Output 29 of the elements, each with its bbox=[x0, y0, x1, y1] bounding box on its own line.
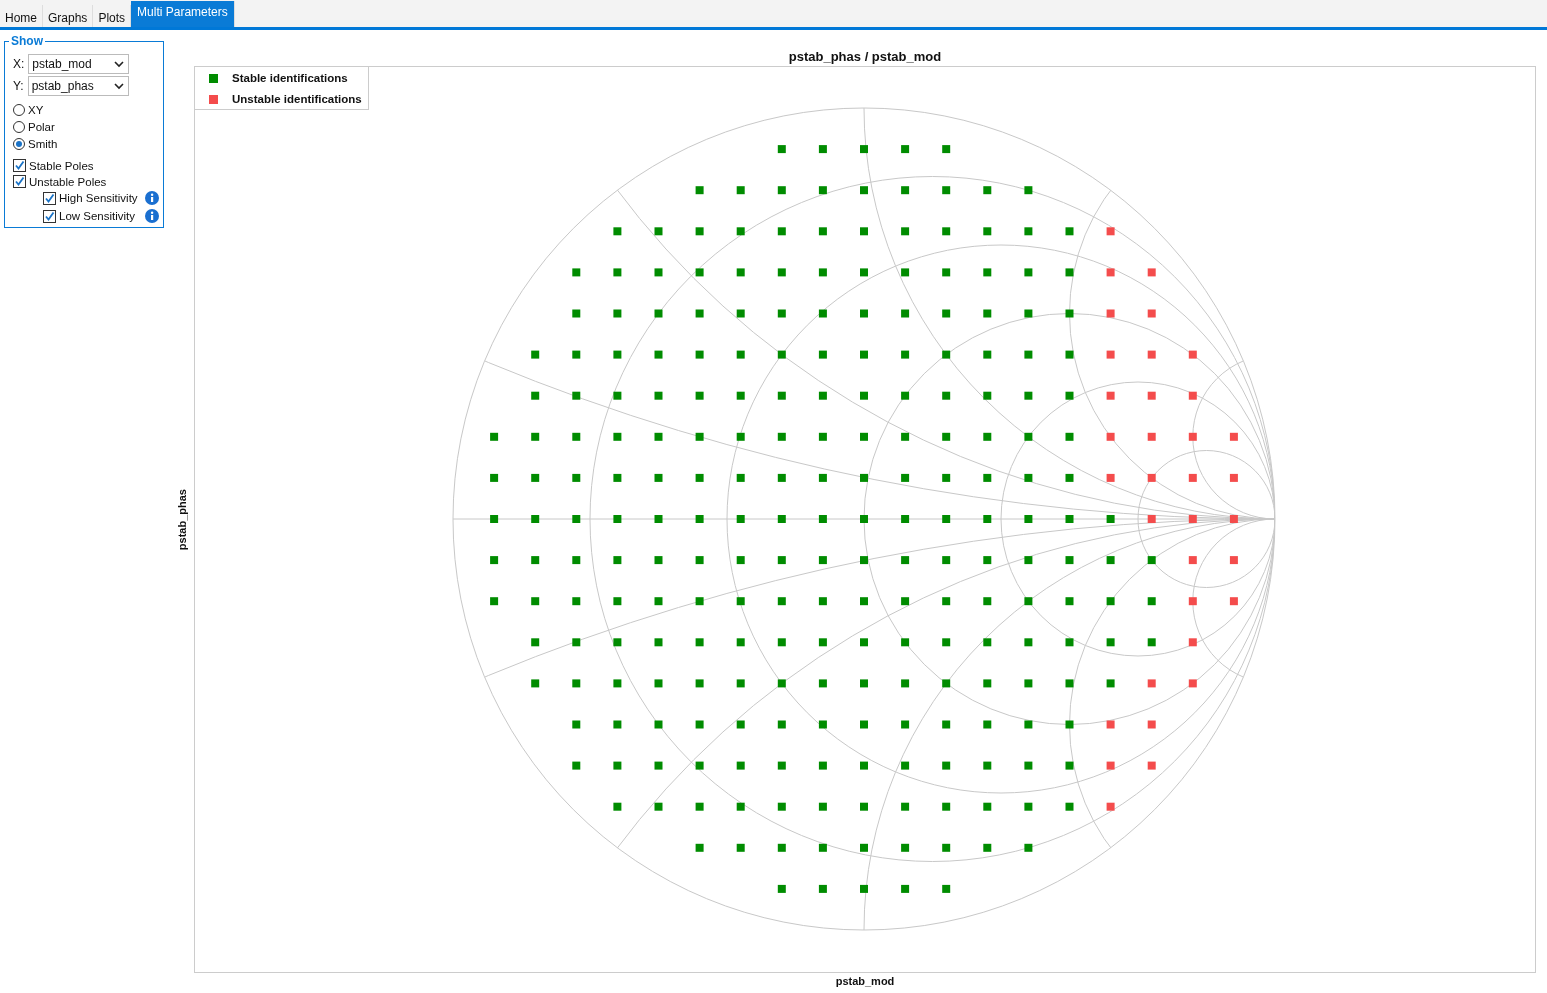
chart-title: pstab_phas / pstab_mod bbox=[787, 49, 943, 66]
checkbox-label: Stable Poles bbox=[29, 159, 94, 172]
radio-label: XY bbox=[28, 104, 44, 116]
legend-label: Stable identifications bbox=[232, 72, 348, 84]
radio-button[interactable] bbox=[13, 121, 25, 133]
info-icon[interactable] bbox=[145, 209, 159, 223]
chevron-down-icon bbox=[114, 60, 125, 68]
radio-label: Polar bbox=[28, 121, 55, 133]
axis-label: X: bbox=[13, 57, 25, 71]
checkbox-label: Unstable Poles bbox=[29, 175, 107, 188]
chevron-down-icon bbox=[113, 82, 124, 90]
checkbox-label: High Sensitivity bbox=[59, 192, 138, 204]
tab[interactable]: Multi Parameters bbox=[131, 1, 235, 27]
info-icon[interactable] bbox=[145, 191, 159, 205]
axis-dropdown[interactable]: pstab_phas bbox=[27, 76, 129, 96]
radio-button[interactable] bbox=[13, 104, 25, 116]
axis-title: pstab_phas bbox=[176, 488, 188, 551]
radio-button[interactable] bbox=[13, 138, 25, 150]
axis-title: pstab_mod bbox=[834, 974, 896, 989]
axis-label: Y: bbox=[13, 79, 24, 93]
checkbox[interactable] bbox=[13, 159, 26, 172]
checkbox[interactable] bbox=[13, 175, 26, 188]
checkbox[interactable] bbox=[43, 191, 56, 205]
checkbox-label: Low Sensitivity bbox=[59, 210, 136, 222]
legend-label: Unstable identifications bbox=[232, 93, 362, 105]
radio-label: Smith bbox=[28, 138, 58, 150]
group-title: Show bbox=[10, 34, 44, 48]
checkbox[interactable] bbox=[43, 209, 56, 223]
axis-dropdown[interactable]: pstab_mod bbox=[28, 54, 130, 74]
